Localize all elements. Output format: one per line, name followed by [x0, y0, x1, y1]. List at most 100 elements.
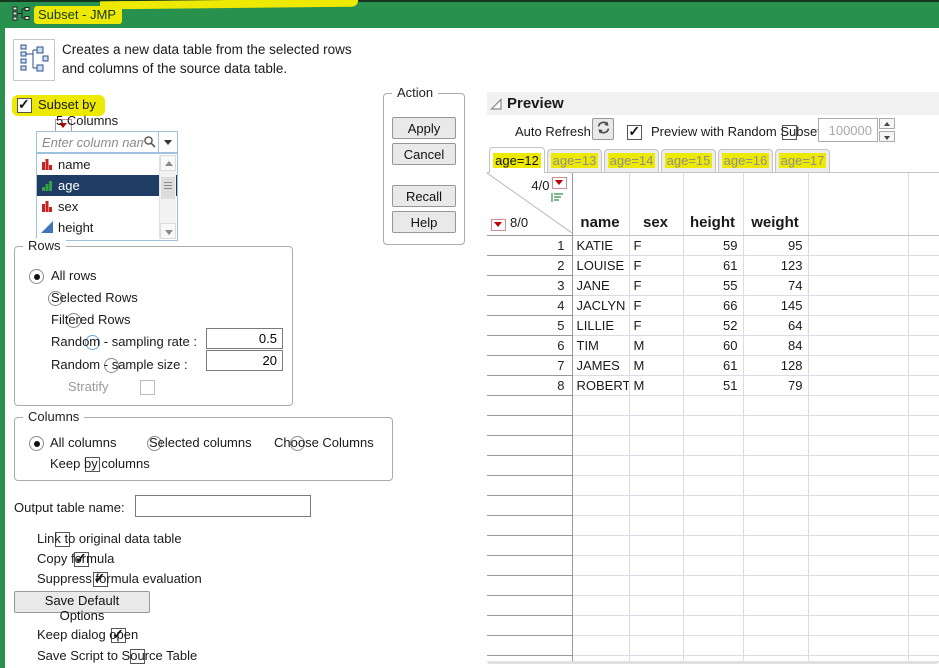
scroll-up-button[interactable] — [160, 155, 176, 171]
cell-name: LILLIE — [572, 316, 629, 336]
table-row-empty — [487, 516, 939, 536]
tab-label: age=12 — [493, 153, 541, 168]
cell-height: 59 — [683, 236, 743, 256]
tab-age-16[interactable]: age=16 — [718, 149, 773, 172]
row-number[interactable]: 5 — [487, 316, 572, 336]
column-list-scrollbar[interactable] — [159, 155, 176, 239]
tab-label: age=17 — [779, 153, 827, 168]
yellow-marker-annotation — [100, 0, 358, 9]
table-row-empty — [487, 636, 939, 656]
cell-weight: 64 — [743, 316, 808, 336]
title-bar[interactable]: Subset - JMP — [0, 0, 939, 28]
tab-age-17[interactable]: age=17 — [775, 149, 830, 172]
column-header-sex[interactable]: sex — [629, 173, 683, 236]
link-to-original-label: Link to original data table — [37, 531, 182, 546]
row-number[interactable]: 2 — [487, 256, 572, 276]
cell-name: KATIE — [572, 236, 629, 256]
table-row: 4JACLYNF66145 — [487, 296, 939, 316]
cell-height: 66 — [683, 296, 743, 316]
all-rows-radio[interactable] — [29, 269, 44, 284]
columns-red-triangle-icon[interactable] — [552, 177, 567, 189]
row-number[interactable]: 1 — [487, 236, 572, 256]
scrollbar-thumb[interactable] — [161, 177, 175, 199]
column-item-label: age — [58, 178, 80, 193]
column-header-weight[interactable]: weight — [743, 173, 808, 236]
tab-age-14[interactable]: age=14 — [604, 149, 659, 172]
cell-name: ROBERT — [572, 376, 629, 396]
tab-label: age=14 — [608, 153, 656, 168]
rows-red-triangle-icon[interactable] — [491, 219, 506, 231]
stratify-checkbox[interactable] — [140, 380, 155, 395]
output-table-name-input[interactable] — [135, 495, 311, 517]
column-item-name[interactable]: name — [37, 154, 177, 175]
search-dropdown-button[interactable] — [158, 132, 177, 152]
row-number[interactable]: 6 — [487, 336, 572, 356]
subset-by-columns-count: 5 Columns — [56, 113, 118, 128]
column-header-name[interactable]: name — [572, 173, 629, 236]
table-row: 5LILLIEF5264 — [487, 316, 939, 336]
cell-height: 55 — [683, 276, 743, 296]
cell-weight: 79 — [743, 376, 808, 396]
cell-weight: 128 — [743, 356, 808, 376]
cell-weight: 123 — [743, 256, 808, 276]
cell-sex: F — [629, 296, 683, 316]
row-number[interactable]: 8 — [487, 376, 572, 396]
preview-title: Preview — [507, 95, 564, 112]
columns-groupbox-legend: Columns — [23, 409, 84, 424]
all-columns-radio[interactable] — [29, 436, 44, 451]
column-header-height[interactable]: height — [683, 173, 743, 236]
sampling-rate-input[interactable] — [206, 328, 283, 349]
rows-groupbox: Rows All rows Selected Rows Filtered Row… — [14, 246, 293, 406]
cell-height: 60 — [683, 336, 743, 356]
apply-button[interactable]: Apply — [392, 117, 456, 139]
save-default-options-button[interactable]: Save Default Options — [14, 591, 150, 613]
table-row: 3JANEF5574 — [487, 276, 939, 296]
cell-sex: F — [629, 236, 683, 256]
tab-age-13[interactable]: age=13 — [547, 149, 602, 172]
continuous-column-icon — [41, 221, 53, 233]
all-rows-label: All rows — [51, 268, 97, 283]
column-search-box — [36, 131, 178, 153]
row-number[interactable]: 4 — [487, 296, 572, 316]
spinner-up-button[interactable] — [879, 118, 895, 129]
column-search-input[interactable] — [38, 133, 144, 151]
row-number[interactable]: 3 — [487, 276, 572, 296]
tab-age-12[interactable]: age=12 — [489, 147, 545, 173]
tab-age-15[interactable]: age=15 — [661, 149, 716, 172]
scroll-down-button[interactable] — [160, 223, 176, 239]
columns-list-icon[interactable] — [551, 192, 564, 203]
rows-count: 8/0 — [510, 213, 528, 232]
disclosure-triangle-icon[interactable] — [490, 98, 503, 111]
spinner-down-button[interactable] — [879, 131, 895, 142]
column-item-label: sex — [58, 199, 78, 214]
window-title: Subset - JMP — [34, 6, 122, 24]
recall-button[interactable]: Recall — [392, 185, 456, 207]
sample-size-input[interactable] — [206, 350, 283, 371]
cell-name: JACLYN — [572, 296, 629, 316]
row-number[interactable]: 7 — [487, 356, 572, 376]
selected-rows-label: Selected Rows — [51, 290, 138, 305]
copy-formula-label: Copy formula — [37, 551, 114, 566]
auto-refresh-checkbox[interactable] — [627, 125, 642, 140]
help-button[interactable]: Help — [392, 211, 456, 233]
tab-label: age=15 — [665, 153, 713, 168]
cell-sex: F — [629, 316, 683, 336]
random-subset-size-input[interactable] — [818, 118, 878, 142]
table-row-empty — [487, 396, 939, 416]
cell-name: JANE — [572, 276, 629, 296]
table-row-empty — [487, 556, 939, 576]
column-item-height[interactable]: height — [37, 217, 177, 238]
refresh-icon — [596, 120, 611, 135]
column-item-age[interactable]: age — [37, 175, 177, 196]
action-groupbox-legend: Action — [392, 85, 438, 100]
cell-weight: 95 — [743, 236, 808, 256]
cell-name: TIM — [572, 336, 629, 356]
refresh-button[interactable] — [592, 118, 614, 140]
cell-sex: F — [629, 256, 683, 276]
random-subset-label: Preview with Random Subset — [651, 124, 821, 139]
columns-groupbox: Columns All columns Selected columns Cho… — [14, 417, 393, 481]
cell-height: 52 — [683, 316, 743, 336]
column-item-sex[interactable]: sex — [37, 196, 177, 217]
cancel-button[interactable]: Cancel — [392, 143, 456, 165]
subset-by-checkbox[interactable] — [17, 98, 32, 113]
